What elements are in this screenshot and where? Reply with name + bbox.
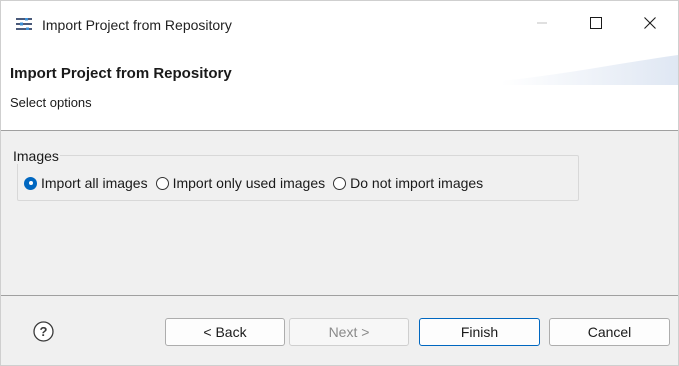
radio-do-not-import-images[interactable]: Do not import images (333, 175, 483, 191)
page-subtitle: Select options (10, 95, 92, 110)
radio-button-selected[interactable] (24, 176, 37, 190)
maximize-button[interactable] (572, 1, 620, 45)
minimize-button[interactable] (518, 1, 566, 45)
cancel-button[interactable]: Cancel (549, 318, 670, 346)
radio-label: Import all images (41, 175, 148, 191)
window-title: Import Project from Repository (42, 17, 232, 33)
finish-button[interactable]: Finish (419, 318, 540, 346)
minimize-icon (537, 22, 547, 24)
close-icon (644, 17, 656, 29)
maximize-icon (590, 17, 602, 29)
images-group-label: Images (12, 148, 60, 164)
settings-sliders-icon (16, 18, 32, 30)
close-button[interactable] (626, 1, 674, 45)
radio-import-used-images[interactable]: Import only used images (155, 175, 326, 191)
radio-button[interactable] (333, 176, 347, 190)
svg-text:?: ? (40, 324, 48, 339)
radio-import-all-images[interactable]: Import all images (24, 175, 148, 191)
images-radio-group: Import all images Import only used image… (24, 173, 491, 193)
options-area: Images Import all images Import only use… (1, 131, 678, 294)
next-button[interactable]: Next > (289, 318, 409, 346)
back-button[interactable]: < Back (165, 318, 285, 346)
radio-button[interactable] (155, 176, 169, 190)
wizard-header: Import Project from Repository Select op… (1, 45, 678, 130)
radio-label: Import only used images (172, 175, 326, 191)
footer-divider (1, 295, 678, 296)
page-title: Import Project from Repository (10, 65, 232, 82)
header-banner-graphic (501, 55, 678, 85)
import-dialog: Import Project from Repository Import Pr… (0, 0, 679, 366)
radio-label: Do not import images (350, 175, 484, 191)
title-bar: Import Project from Repository (1, 1, 678, 45)
help-icon[interactable]: ? (33, 321, 54, 342)
